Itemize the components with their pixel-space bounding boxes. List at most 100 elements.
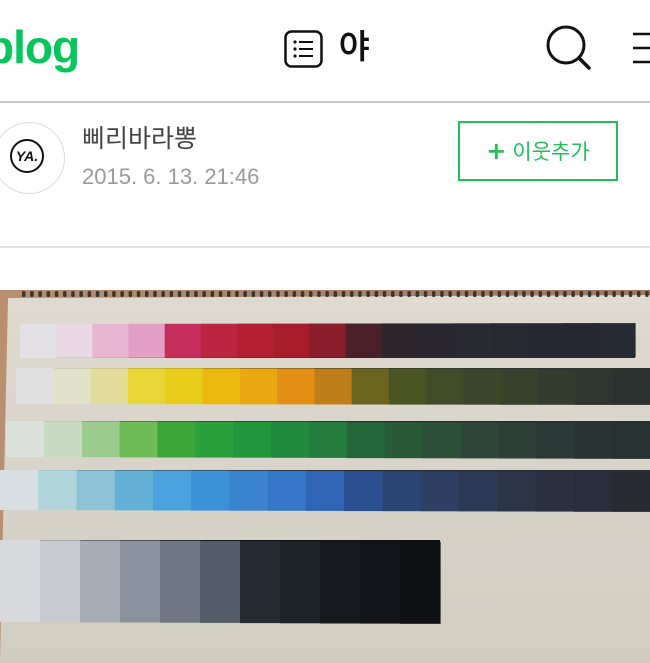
swatch (382, 471, 422, 512)
binding-ring (382, 291, 387, 297)
binding-ring (571, 291, 575, 297)
swatch (20, 324, 57, 358)
swatch (309, 323, 347, 358)
swatch (38, 470, 77, 511)
add-neighbor-button[interactable]: + 이웃추가 (458, 121, 618, 181)
swatch (237, 323, 274, 358)
binding-ring (333, 291, 338, 297)
swatch (309, 421, 348, 458)
binding-ring (235, 291, 239, 297)
swatch (454, 323, 491, 358)
binding-ring (22, 291, 26, 297)
swatch (422, 422, 462, 459)
binding-ring (579, 291, 584, 297)
blog-logo[interactable]: blog (0, 22, 80, 72)
binding-ring (432, 291, 436, 297)
binding-ring (374, 291, 379, 297)
swatch (76, 470, 116, 511)
swatch (500, 368, 539, 405)
swatch (535, 471, 575, 512)
binding-ring (399, 291, 403, 297)
swatch (417, 323, 455, 358)
binding-ring (87, 291, 92, 297)
binding-ring (612, 291, 616, 297)
swatch (229, 470, 269, 511)
binding-ring (596, 291, 600, 297)
swatch (497, 471, 536, 512)
swatch (305, 470, 345, 511)
swatch (536, 422, 575, 459)
swatch (273, 323, 310, 358)
search-icon[interactable] (545, 24, 593, 72)
swatch (200, 323, 238, 358)
post-photo[interactable] (0, 290, 650, 663)
binding-ring (112, 291, 116, 297)
plus-icon: + (486, 137, 507, 165)
swatch (160, 540, 201, 623)
binding-ring (448, 291, 452, 297)
menu-icon[interactable] (631, 31, 650, 65)
swatch (127, 368, 166, 405)
swatch (119, 421, 159, 458)
swatch (191, 470, 230, 511)
swatch (200, 540, 241, 623)
binding-ring (169, 291, 174, 297)
swatch (0, 470, 39, 510)
binding-ring (489, 291, 493, 297)
swatch (202, 368, 241, 405)
binding-ring (251, 291, 256, 297)
binding-ring (555, 291, 559, 297)
swatch (612, 422, 650, 459)
swatch (56, 323, 93, 358)
swatch (16, 368, 54, 404)
binding-ring (145, 291, 149, 297)
color-strip-red (20, 323, 636, 358)
binding-ring (128, 291, 133, 297)
app-header: blog 야 (0, 0, 650, 102)
color-chart-photo (0, 290, 650, 663)
swatch (463, 368, 502, 405)
swatch (381, 323, 419, 358)
binding-ring (473, 291, 477, 297)
binding-ring (530, 291, 534, 297)
swatch (400, 541, 441, 624)
binding-ring (63, 291, 67, 297)
color-strip-green (6, 421, 650, 459)
binding-ring (227, 291, 231, 297)
binding-ring (538, 291, 543, 297)
binding-ring (628, 291, 633, 297)
color-strip-yellow (16, 368, 650, 405)
binding-ring (317, 291, 321, 297)
swatch (114, 470, 154, 511)
header-divider (0, 101, 650, 103)
swatch (90, 368, 129, 405)
binding-ring (79, 291, 83, 297)
binding-ring (30, 291, 34, 297)
binding-ring (481, 291, 485, 297)
swatch (426, 368, 465, 405)
swatch (157, 421, 196, 458)
binding-ring (95, 291, 100, 297)
swatch (164, 323, 202, 358)
binding-ring (309, 291, 313, 297)
binding-ring (415, 291, 420, 297)
binding-ring (464, 291, 469, 297)
binding-ring (341, 291, 346, 297)
binding-ring (177, 291, 182, 297)
swatch (43, 421, 83, 458)
page-title: 야 (339, 27, 370, 66)
swatch (573, 471, 613, 512)
swatch (526, 323, 564, 358)
author-name[interactable]: 삐리바라뽕 (82, 121, 197, 157)
binding-ring (366, 291, 370, 297)
binding-ring (54, 291, 59, 297)
avatar[interactable]: YA. (0, 122, 65, 194)
binding-ring (292, 291, 297, 297)
binding-ring (136, 291, 141, 297)
swatch (345, 323, 383, 358)
swatch (320, 541, 361, 624)
add-neighbor-label: 이웃추가 (512, 140, 590, 164)
list-icon[interactable] (284, 30, 323, 68)
swatch (81, 421, 121, 458)
binding-ring (120, 291, 124, 297)
